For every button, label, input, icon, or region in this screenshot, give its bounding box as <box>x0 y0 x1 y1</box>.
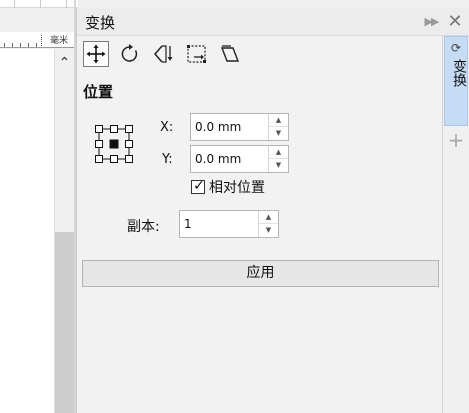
position-tool-button[interactable] <box>83 41 109 67</box>
copies-increment-icon[interactable]: ▲ <box>259 211 278 224</box>
size-icon <box>187 45 206 63</box>
horizontal-ruler[interactable]: 毫米 <box>0 32 74 48</box>
collapse-docker-icon[interactable]: ▶▶ <box>422 12 440 32</box>
close-docker-icon[interactable]: ✕ <box>444 11 466 33</box>
drawing-canvas[interactable] <box>0 49 55 413</box>
anchor-bottom-right <box>125 155 133 163</box>
ruler-units-label: 毫米 <box>50 36 69 46</box>
checkmark-icon: ✓ <box>193 178 205 194</box>
x-spin-buttons: ▲ ▼ <box>268 114 288 140</box>
add-docker-tab-icon[interactable]: + <box>444 128 468 152</box>
skew-icon <box>220 45 240 62</box>
x-decrement-icon[interactable]: ▼ <box>269 127 288 140</box>
x-position-value[interactable]: 0.0 mm <box>195 120 241 134</box>
x-position-field[interactable]: 0.0 mm ▲ ▼ <box>190 113 289 141</box>
scroll-up-arrow-icon[interactable]: ⌃ <box>56 51 73 75</box>
scale-mirror-tool-button[interactable] <box>150 41 176 67</box>
rotate-tool-button[interactable] <box>117 41 143 67</box>
relative-position-option[interactable]: ✓ 相对位置 <box>191 178 265 196</box>
copies-label: 副本: <box>127 219 160 235</box>
relative-position-label[interactable]: 相对位置 <box>209 177 265 197</box>
anchor-center-selected <box>109 139 119 149</box>
scrollbar-thumb[interactable] <box>55 232 74 413</box>
relative-position-checkbox[interactable]: ✓ <box>191 178 205 194</box>
docker-title-bar: 变换 <box>77 8 443 36</box>
size-tool-button[interactable] <box>184 41 210 67</box>
scale-mirror-icon <box>154 45 173 63</box>
tab-transform[interactable]: ⟳ 变换 <box>444 36 468 126</box>
position-section-title: 位置 <box>83 83 114 101</box>
anchor-middle-right <box>125 140 133 148</box>
y-position-value[interactable]: 0.0 mm <box>195 152 241 166</box>
docker-title: 变换 <box>85 14 116 32</box>
ruler-origin-marker <box>41 35 42 46</box>
copies-field[interactable]: 1 ▲ ▼ <box>179 210 279 238</box>
anchor-top-right <box>125 125 133 133</box>
y-increment-icon[interactable]: ▲ <box>269 146 288 159</box>
x-increment-icon[interactable]: ▲ <box>269 114 288 127</box>
x-label: X: <box>160 120 174 135</box>
drawing-area: 毫米 ⌃ <box>0 0 78 413</box>
y-spin-buttons: ▲ ▼ <box>268 146 288 172</box>
top-ruler-strip <box>0 0 78 8</box>
anchor-bottom-left <box>95 155 103 163</box>
vertical-scrollbar[interactable]: ⌃ <box>55 49 74 413</box>
anchor-point-selector[interactable] <box>94 124 134 164</box>
position-move-icon <box>86 44 106 64</box>
transform-tab-icon: ⟳ <box>450 41 462 55</box>
anchor-bottom-center <box>110 155 118 163</box>
copies-spin-buttons: ▲ ▼ <box>258 211 278 237</box>
y-decrement-icon[interactable]: ▼ <box>269 159 288 172</box>
copies-value[interactable]: 1 <box>184 217 192 231</box>
tab-transform-label: 变换 <box>451 59 467 87</box>
y-label: Y: <box>162 152 173 167</box>
anchor-middle-left <box>95 140 103 148</box>
rotate-icon <box>121 44 138 62</box>
y-position-field[interactable]: 0.0 mm ▲ ▼ <box>190 145 289 173</box>
anchor-top-center <box>110 125 118 133</box>
apply-button[interactable]: 应用 <box>82 260 439 287</box>
anchor-top-left <box>95 125 103 133</box>
copies-decrement-icon[interactable]: ▼ <box>259 224 278 237</box>
skew-tool-button[interactable] <box>217 41 243 67</box>
